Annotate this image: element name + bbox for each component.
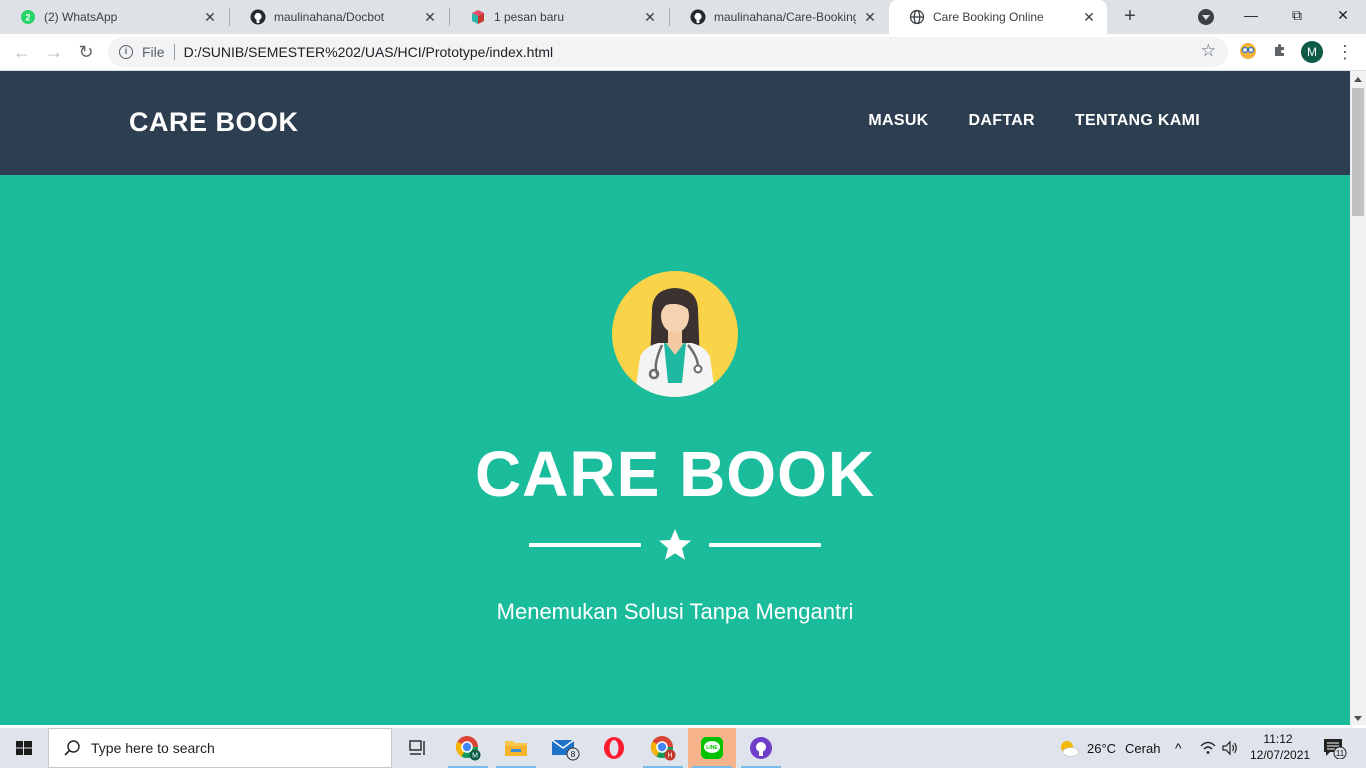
scroll-down-arrow-icon[interactable] (1354, 716, 1362, 721)
tab-title: maulinahana/Care-Booking-O (714, 10, 856, 24)
task-view-icon (409, 740, 425, 755)
tab-docbot[interactable]: maulinahana/Docbot ✕ (230, 0, 448, 34)
close-tab-icon[interactable]: ✕ (202, 9, 218, 25)
profile-avatar[interactable]: M (1301, 41, 1323, 63)
taskbar-clock[interactable]: 11:12 12/07/2021 (1250, 731, 1311, 763)
opera-icon (604, 737, 624, 759)
close-tab-icon[interactable]: ✕ (1081, 9, 1097, 25)
divider-line-left (529, 543, 641, 547)
nav-link-masuk[interactable]: MASUK (868, 112, 928, 130)
taskbar-github-desktop[interactable] (737, 728, 785, 768)
page-scrollbar[interactable] (1350, 71, 1366, 725)
taskbar-line[interactable]: LINE (688, 728, 736, 768)
bookmark-star-icon[interactable]: ☆ (1201, 41, 1216, 61)
restore-button[interactable]: ⧉ (1274, 0, 1320, 30)
nav-link-tentang-kami[interactable]: TENTANG KAMI (1075, 112, 1200, 130)
address-bar[interactable]: i File D:/SUNIB/SEMESTER%202/UAS/HCI/Pro… (108, 37, 1228, 67)
masthead: CARE BOOK Menemukan Solusi Tanpa Mengant… (0, 175, 1350, 725)
taskbar-search-placeholder: Type here to search (91, 740, 215, 756)
github-icon (250, 9, 266, 25)
tab-title: maulinahana/Docbot (274, 10, 385, 24)
address-url[interactable]: D:/SUNIB/SEMESTER%202/UAS/HCI/Prototype/… (184, 44, 554, 60)
volume-icon[interactable] (1221, 728, 1239, 768)
whatsapp-icon: 2 (20, 9, 36, 25)
site-nav-links: MASUK DAFTAR TENTANG KAMI (828, 112, 1200, 130)
weather-widget[interactable]: 26°C Cerah (1058, 728, 1160, 768)
weather-temp: 26°C (1087, 740, 1117, 756)
weather-sun-cloud-icon (1061, 741, 1080, 757)
tab-strip: 2 (2) WhatsApp ✕ maulinahana/Docbot ✕ 1 … (0, 0, 1366, 34)
extensions-puzzle-icon[interactable] (1270, 42, 1290, 62)
svg-text:11: 11 (1336, 749, 1345, 758)
hero-title: CARE BOOK (474, 438, 876, 510)
tab-title: Care Booking Online (933, 10, 1044, 24)
task-view-button[interactable] (394, 728, 442, 768)
forward-button[interactable]: → (42, 40, 66, 64)
close-window-button[interactable]: ✕ (1320, 0, 1366, 30)
wifi-icon[interactable] (1199, 728, 1217, 768)
taskbar-opera[interactable] (590, 728, 638, 768)
info-icon[interactable]: i (119, 45, 133, 59)
browser-toolbar: ← → ↻ i File D:/SUNIB/SEMESTER%202/UAS/H… (0, 34, 1366, 71)
reload-button[interactable]: ↻ (74, 40, 98, 64)
tab-title: (2) WhatsApp (44, 10, 118, 24)
svg-text:H: H (667, 753, 672, 760)
address-divider (173, 44, 175, 60)
notification-icon: 11 (1324, 739, 1347, 759)
tab-care-booking-online[interactable]: Care Booking Online ✕ (889, 0, 1107, 34)
clock-time: 11:12 (1263, 732, 1293, 746)
mail-icon: 8 (551, 739, 580, 761)
tab-title: 1 pesan baru (494, 10, 565, 24)
scroll-up-arrow-icon[interactable] (1354, 77, 1362, 82)
nav-link-daftar[interactable]: DAFTAR (969, 112, 1035, 130)
address-scheme: File (142, 44, 165, 60)
minimize-button[interactable]: — (1228, 0, 1274, 30)
taskbar-chrome-h[interactable]: H (639, 728, 687, 768)
close-tab-icon[interactable]: ✕ (642, 9, 658, 25)
back-button[interactable]: ← (10, 40, 34, 64)
github-icon (690, 9, 706, 25)
svg-text:2: 2 (25, 13, 30, 23)
extension-glasses-icon[interactable] (1238, 42, 1258, 62)
site-navbar: CARE BOOK MASUK DAFTAR TENTANG KAMI (0, 71, 1350, 175)
tab-whatsapp[interactable]: 2 (2) WhatsApp ✕ (0, 0, 228, 34)
svg-text:8: 8 (571, 750, 576, 759)
menu-kebab-icon[interactable]: ⋮ (1335, 42, 1355, 62)
book-icon (470, 9, 486, 25)
github-desktop-icon (750, 737, 772, 759)
site-brand[interactable]: CARE BOOK (129, 107, 299, 138)
taskbar-search[interactable]: Type here to search (48, 728, 392, 768)
windows-taskbar: Type here to search M 8 H LINE 26°C Cera… (0, 728, 1366, 768)
line-icon: LINE (701, 737, 723, 759)
clock-date: 12/07/2021 (1250, 748, 1311, 762)
new-tab-button[interactable]: + (1118, 5, 1142, 29)
scrollbar-thumb[interactable] (1352, 88, 1364, 216)
weather-text: Cerah (1125, 740, 1161, 756)
taskbar-chrome-m[interactable]: M (444, 728, 492, 768)
taskbar-mail[interactable]: 8 (541, 728, 589, 768)
hero-subtitle: Menemukan Solusi Tanpa Mengantri (496, 599, 854, 624)
action-center-button[interactable]: 11 (1322, 728, 1348, 768)
divider-line-right (709, 543, 821, 547)
tab-pesan[interactable]: 1 pesan baru ✕ (450, 0, 668, 34)
svg-text:M: M (472, 753, 478, 760)
svg-text:LINE: LINE (706, 745, 718, 751)
doctor-avatar-icon (612, 271, 738, 397)
tab-search-icon[interactable] (1198, 9, 1214, 25)
globe-icon (909, 9, 925, 25)
chrome-profile-h-icon: H (651, 736, 676, 761)
star-icon (659, 529, 691, 560)
close-tab-icon[interactable]: ✕ (422, 9, 438, 25)
file-explorer-icon (505, 741, 527, 756)
page-viewport: CARE BOOK MASUK DAFTAR TENTANG KAMI CARE… (0, 71, 1350, 725)
windows-logo-icon (16, 741, 32, 755)
chrome-profile-m-icon: M (456, 736, 481, 761)
tray-overflow-chevron-icon[interactable]: ^ (1175, 728, 1182, 768)
taskbar-file-explorer[interactable] (492, 728, 540, 768)
close-tab-icon[interactable]: ✕ (862, 9, 878, 25)
tab-care-booking-repo[interactable]: maulinahana/Care-Booking-O ✕ (670, 0, 888, 34)
start-button[interactable] (0, 728, 48, 768)
search-icon (64, 740, 80, 756)
